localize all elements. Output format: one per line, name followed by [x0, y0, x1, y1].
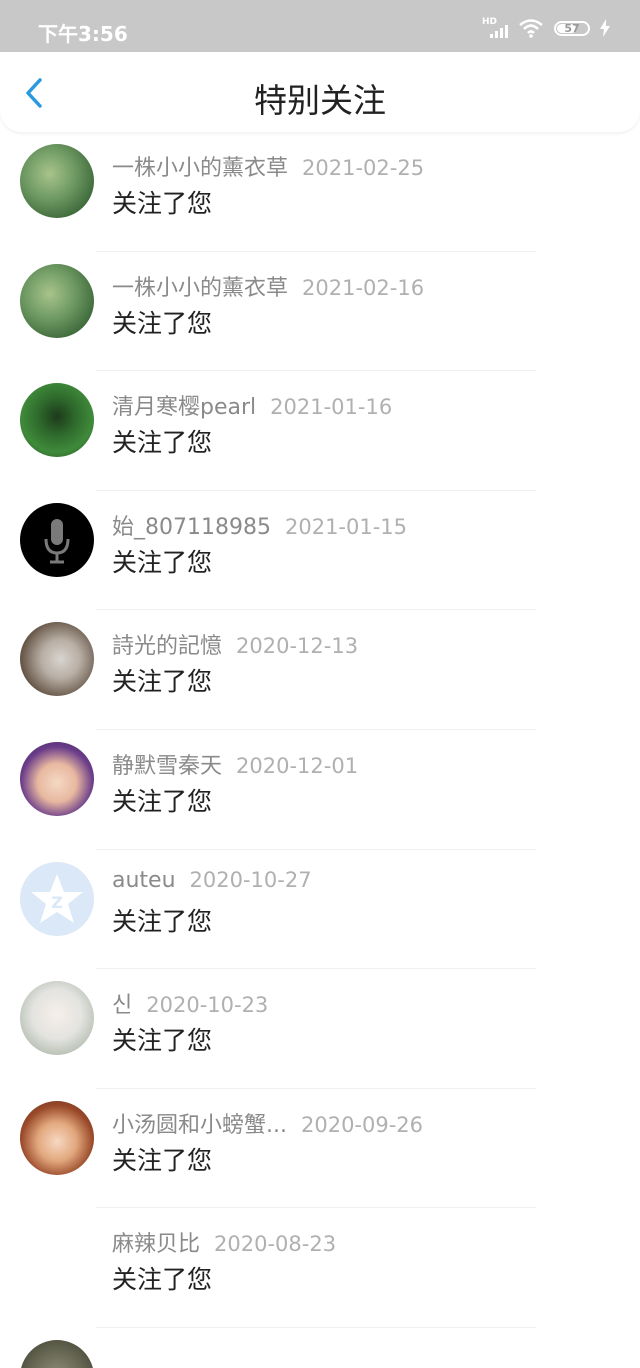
list-item[interactable]: 詩光的記憶 2020-12-13 关注了您 [0, 610, 640, 730]
follow-action: 关注了您 [112, 1026, 213, 1056]
follow-date: 2020-10-23 [146, 993, 269, 1018]
follow-action: 关注了您 [112, 308, 213, 338]
user-name: 신 [112, 993, 133, 1019]
header: 特别关注 [0, 52, 640, 132]
status-icons: HD 57 [482, 18, 610, 38]
signal-icon: HD [482, 18, 508, 38]
status-time: 下午3:56 [38, 22, 128, 46]
follow-action: 关注了您 [112, 667, 213, 697]
jewelry-avatar[interactable] [20, 622, 94, 697]
follow-action: 关注了您 [112, 906, 213, 936]
user-name: 清月寒樱pearl [112, 395, 257, 421]
user-name: 一株小小的薰衣草 [112, 156, 289, 181]
list-item[interactable]: 一株小小的薰衣草 2021-02-16 关注了您 [0, 252, 640, 372]
follow-date: 2021-01-16 [270, 395, 393, 420]
microphone-avatar[interactable] [20, 502, 94, 577]
list-item-partial[interactable] [0, 1328, 640, 1368]
follow-date: 2021-02-16 [302, 275, 425, 300]
list-item[interactable]: 静默雪秦天 2020-12-01 关注了您 [0, 730, 640, 850]
wifi-icon [519, 19, 543, 38]
page-title: 特别关注 [254, 81, 386, 120]
list-item[interactable]: 始_807118985 2021-01-15 关注了您 [0, 491, 640, 611]
list-item[interactable]: Z auteu 2020-10-27 关注了您 [0, 850, 640, 970]
microphone-icon [44, 518, 70, 564]
user-name: 麻辣贝比 [112, 1232, 201, 1258]
user-name: 始_807118985 [112, 514, 271, 540]
follow-date: 2020-12-01 [236, 753, 359, 778]
lavender-avatar[interactable] [20, 144, 94, 218]
follow-date: 2020-09-26 [300, 1112, 424, 1137]
partial-avatar[interactable] [20, 1339, 94, 1368]
follow-action: 关注了您 [112, 1265, 213, 1295]
follow-date: 2021-01-15 [284, 514, 408, 539]
follow-action: 关注了您 [112, 547, 213, 577]
user-name: 一株小小的薰衣草 [112, 275, 289, 301]
follow-action: 关注了您 [112, 428, 213, 458]
follow-date: 2020-08-23 [214, 1232, 337, 1257]
battery-level: 57 [564, 21, 580, 35]
follow-date: 2020-10-27 [189, 867, 312, 892]
user-name: auteu [112, 867, 176, 893]
lavender-avatar[interactable] [20, 263, 94, 338]
follow-date: 2020-12-13 [236, 634, 359, 659]
user-name: 小汤圆和小螃蟹... [112, 1112, 287, 1138]
list-item[interactable]: 清月寒樱pearl 2021-01-16 关注了您 [0, 371, 640, 491]
follow-date: 2021-02-25 [302, 156, 425, 180]
anime-hat-avatar[interactable] [20, 1100, 94, 1175]
follow-action: 关注了您 [112, 1145, 213, 1175]
charging-icon [600, 19, 610, 37]
star-icon: Z [31, 873, 83, 923]
follow-action: 关注了您 [112, 189, 213, 218]
list-item[interactable]: 麻辣贝比 2020-08-23 关注了您 [0, 1208, 640, 1328]
white-hair-avatar[interactable] [20, 981, 94, 1056]
anime-girl-avatar[interactable] [20, 741, 94, 816]
list-item[interactable]: 小汤圆和小螃蟹... 2020-09-26 关注了您 [0, 1089, 640, 1209]
user-name: 静默雪秦天 [112, 753, 223, 779]
list-item[interactable]: 一株小小的薰衣草 2021-02-25 关注了您 [0, 132, 640, 252]
user-name: 詩光的記憶 [112, 634, 223, 660]
status-bar: 下午3:56 HD 57 [0, 0, 640, 52]
qzone-star-avatar[interactable]: Z [20, 861, 94, 936]
svg-text:Z: Z [51, 893, 63, 912]
list-item[interactable]: 신 2020-10-23 关注了您 [0, 969, 640, 1089]
forest-avatar[interactable] [20, 383, 94, 458]
follower-list: 一株小小的薰衣草 2021-02-25 关注了您 一株小小的薰衣草 2021-02-… [0, 132, 640, 1368]
follow-action: 关注了您 [112, 786, 213, 816]
battery-icon: 57 [554, 20, 590, 36]
